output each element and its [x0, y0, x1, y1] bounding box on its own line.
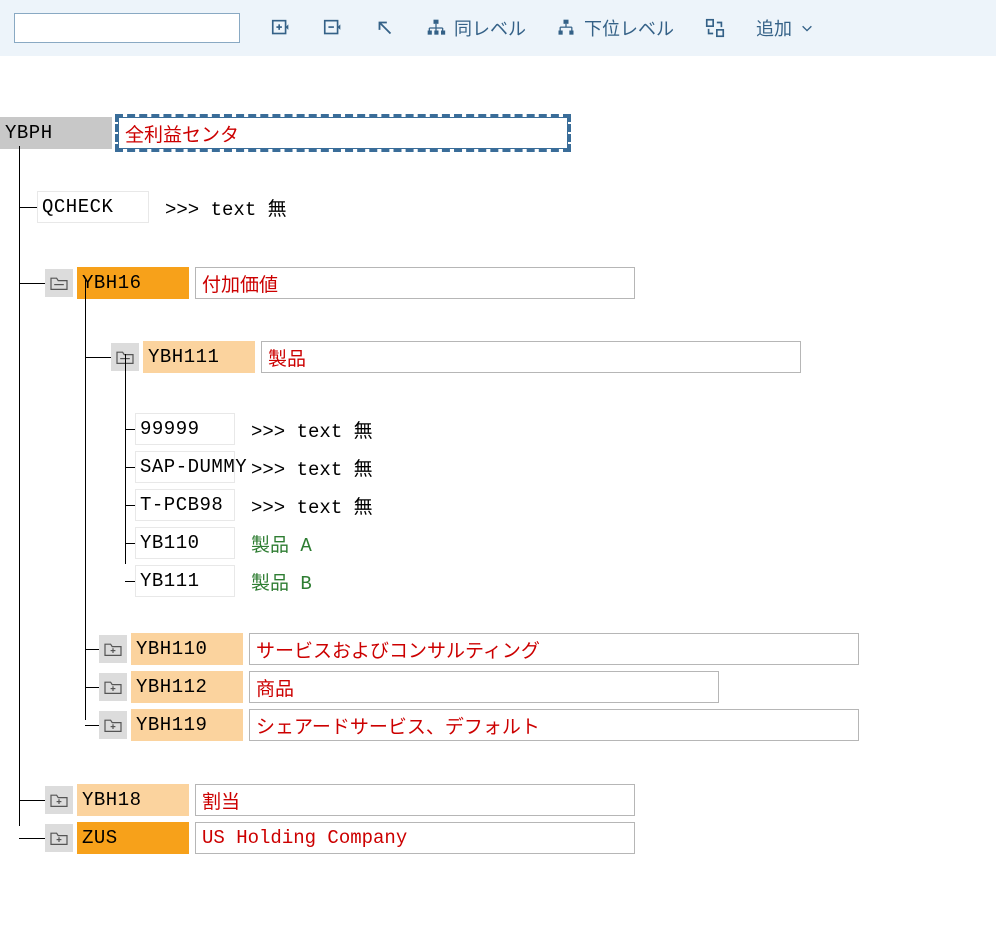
leaf-row: T-PCB98 >>> text 無: [125, 486, 373, 524]
node-desc-root[interactable]: 全利益センタ: [118, 117, 568, 149]
node-desc-zus[interactable]: US Holding Company: [195, 822, 635, 854]
node-code-ybh119[interactable]: YBH119: [131, 709, 243, 741]
add-button[interactable]: 追加: [756, 15, 814, 41]
toolbar: 同レベル 下位レベル 追加: [0, 0, 996, 56]
sub-level-button[interactable]: 下位レベル: [556, 15, 674, 41]
toolbar-icons: 同レベル 下位レベル 追加: [270, 15, 814, 41]
leaf-code[interactable]: 99999: [135, 413, 235, 445]
leaf-desc: 製品 B: [251, 568, 312, 595]
leaf-desc: >>> text 無: [251, 454, 373, 481]
node-desc-ybh111[interactable]: 製品: [261, 341, 801, 373]
leaf-desc: 製品 A: [251, 530, 312, 557]
node-desc-ybh16[interactable]: 付加価値: [195, 267, 635, 299]
node-desc-ybh112[interactable]: 商品: [249, 671, 719, 703]
folder-closed-icon[interactable]: [99, 673, 127, 701]
node-code-ybh18[interactable]: YBH18: [77, 784, 189, 816]
same-level-button[interactable]: 同レベル: [426, 15, 526, 41]
leaf-row: 99999 >>> text 無: [125, 410, 373, 448]
swap-icon[interactable]: [704, 17, 726, 39]
leaf-code[interactable]: YB110: [135, 527, 235, 559]
toolbar-dropdown[interactable]: [14, 13, 240, 43]
same-level-label: 同レベル: [454, 15, 526, 41]
leaf-code[interactable]: YB111: [135, 565, 235, 597]
node-desc-ybh18[interactable]: 割当: [195, 784, 635, 816]
node-desc-qcheck: >>> text 無: [165, 194, 287, 221]
folder-closed-icon[interactable]: [45, 786, 73, 814]
collapse-icon[interactable]: [322, 17, 344, 39]
node-desc-ybh119[interactable]: シェアードサービス、デフォルト: [249, 709, 859, 741]
leaf-desc: >>> text 無: [251, 416, 373, 443]
hierarchy-tree: YBPH 全利益センタ QCHECK >>> text 無 YBH16 付加価値…: [0, 84, 996, 844]
arrow-up-left-icon[interactable]: [374, 17, 396, 39]
expand-icon[interactable]: [270, 17, 292, 39]
node-code-qcheck[interactable]: QCHECK: [37, 191, 149, 223]
node-code-ybh111[interactable]: YBH111: [143, 341, 255, 373]
sub-level-label: 下位レベル: [584, 15, 674, 41]
folder-open-icon[interactable]: [45, 269, 73, 297]
leaf-row: YB110 製品 A: [125, 524, 312, 562]
node-code-root[interactable]: YBPH: [0, 117, 112, 149]
leaf-desc: >>> text 無: [251, 492, 373, 519]
node-desc-ybh110[interactable]: サービスおよびコンサルティング: [249, 633, 859, 665]
folder-closed-icon[interactable]: [99, 711, 127, 739]
add-label: 追加: [756, 15, 792, 41]
node-code-ybh112[interactable]: YBH112: [131, 671, 243, 703]
node-code-ybh16[interactable]: YBH16: [77, 267, 189, 299]
leaf-code[interactable]: T-PCB98: [135, 489, 235, 521]
folder-closed-icon[interactable]: [99, 635, 127, 663]
node-code-ybh110[interactable]: YBH110: [131, 633, 243, 665]
leaf-row: SAP-DUMMY >>> text 無: [125, 448, 373, 486]
leaf-code[interactable]: SAP-DUMMY: [135, 451, 235, 483]
leaf-row: YB111 製品 B: [125, 562, 312, 600]
node-code-zus[interactable]: ZUS: [77, 822, 189, 854]
folder-closed-icon[interactable]: [45, 824, 73, 852]
